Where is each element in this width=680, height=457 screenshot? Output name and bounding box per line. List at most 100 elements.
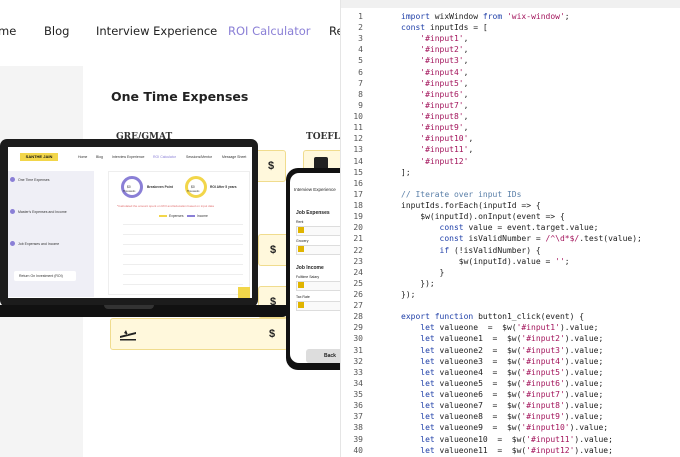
code-line[interactable]: const isValidNumber = /^\d*$/.test(value…	[401, 234, 642, 243]
code-token: let	[420, 390, 440, 400]
expense-card-flight[interactable]: $	[110, 318, 288, 350]
code-line[interactable]: '#input6',	[401, 90, 468, 99]
line-number: 7	[358, 78, 363, 88]
line-number: 18	[353, 201, 363, 211]
code-line[interactable]: inputIds.forEach(inputId => {	[401, 201, 541, 210]
grid-line	[123, 254, 243, 255]
gauge-value: $0	[191, 185, 195, 189]
code-line[interactable]: let valueone2 = $w('#input3').value;	[401, 346, 603, 355]
code-line[interactable]: $w(inputId).onInput(event => {	[401, 212, 565, 221]
code-line[interactable]: export function button1_click(event) {	[401, 312, 584, 321]
line-number: 33	[353, 367, 363, 377]
code-token: valueone8 = $w(	[439, 412, 522, 422]
code-line[interactable]: $w(inputId).value = '';	[401, 257, 570, 266]
code-line[interactable]: let valueone1 = $w('#input2').value;	[401, 334, 603, 343]
code-token: inputIds = [	[429, 23, 488, 33]
mini-nav-blog: Blog	[96, 155, 104, 159]
column-label-toefl: TOEFL/I	[306, 132, 340, 142]
code-token: '#input5'	[521, 367, 565, 377]
code-line[interactable]: });	[401, 290, 415, 299]
code-line[interactable]: '#input10',	[401, 134, 473, 143]
phone-back-button: Back	[306, 349, 340, 363]
site-logo: SANTHE JAIN	[20, 153, 58, 161]
code-line[interactable]: if (!isValidNumber) {	[401, 246, 541, 255]
code-token: valueone4 = $w(	[439, 367, 522, 377]
code-token: button1_click(event) {	[478, 312, 585, 322]
line-number: 14	[353, 156, 363, 166]
code-line[interactable]: '#input8',	[401, 112, 468, 121]
code-token: '#input6'	[420, 89, 464, 99]
code-token: ).value;	[574, 434, 613, 444]
code-line[interactable]: let valueone8 = $w('#input9').value;	[401, 412, 603, 421]
code-line[interactable]: import wixWindow from 'wix-window';	[401, 12, 570, 21]
phone-section-title: Job Expenses	[296, 210, 330, 216]
code-line[interactable]: let valueone9 = $w('#input10').value;	[401, 423, 608, 432]
mini-nav-home: Home	[78, 155, 88, 159]
code-line[interactable]: let valueone = $w('#input1').value;	[401, 323, 598, 332]
mini-results-panel: $0 Thousands Breakeven Point $0 Thousand…	[108, 171, 250, 295]
code-token: '#input10'	[521, 423, 570, 433]
code-token: ''	[555, 256, 565, 266]
code-line[interactable]: });	[401, 279, 434, 288]
line-number: 34	[353, 378, 363, 388]
code-line[interactable]: let valueone6 = $w('#input7').value;	[401, 390, 603, 399]
code-line[interactable]: let valueone7 = $w('#input8').value;	[401, 401, 603, 410]
code-line[interactable]: const inputIds = [	[401, 23, 488, 32]
code-token: let	[420, 378, 440, 388]
code-line[interactable]: '#input2',	[401, 45, 468, 54]
code-line[interactable]: '#input12'	[401, 157, 468, 166]
website-preview: me Blog Interview Experience ROI Calcula…	[0, 0, 340, 457]
code-line[interactable]: // Iterate over input IDs	[401, 190, 521, 199]
code-line[interactable]: }	[401, 268, 445, 277]
nav-item-blog[interactable]: Blog	[44, 24, 69, 38]
code-token: '#input1'	[516, 323, 560, 333]
code-line[interactable]: '#input11',	[401, 145, 473, 154]
line-number: 39	[353, 434, 363, 444]
code-line[interactable]: let valueone11 = $w('#input12').value;	[401, 446, 613, 455]
code-line[interactable]: let valueone5 = $w('#input6').value;	[401, 379, 603, 388]
line-number: 11	[353, 123, 363, 133]
mini-sidebar-item: Job Expenses and Income	[18, 242, 60, 246]
code-token: '#input10'	[420, 134, 469, 144]
code-line[interactable]: '#input3',	[401, 56, 468, 65]
step-dot	[10, 241, 15, 246]
code-line[interactable]: '#input9',	[401, 123, 468, 132]
mini-nav-sessions: Sessions/Mentor	[186, 155, 213, 159]
code-line[interactable]: ];	[401, 168, 411, 177]
code-line[interactable]: let valueone3 = $w('#input4').value;	[401, 357, 603, 366]
code-token: '#input4'	[420, 67, 464, 77]
line-number: 29	[353, 323, 363, 333]
nav-item-resources[interactable]: Re	[329, 24, 340, 38]
nav-item-roi-calculator[interactable]: ROI Calculator	[228, 24, 311, 38]
note-text: *Calculated the amount spent on ROI and …	[117, 204, 214, 208]
nav-item-interview-experience[interactable]: Interview Experience	[96, 24, 217, 38]
code-line[interactable]: '#input5',	[401, 79, 468, 88]
line-number: 31	[353, 345, 363, 355]
grid-line	[123, 224, 243, 225]
line-number: 1	[358, 12, 363, 21]
code-token: from	[482, 12, 507, 21]
gauge-unit: Thousands	[123, 190, 136, 193]
breakeven-gauge	[121, 176, 143, 198]
code-token: ,	[463, 67, 469, 77]
nav-item-home[interactable]: me	[0, 24, 16, 38]
code-line[interactable]: let valueone10 = $w('#input11').value;	[401, 435, 613, 444]
code-token: /^\d*$/	[545, 234, 580, 244]
code-line[interactable]: const value = event.target.value;	[401, 223, 599, 232]
code-token: (!isValidNumber) {	[453, 245, 541, 255]
code-line[interactable]: '#input1',	[401, 34, 468, 43]
code-token: let	[420, 401, 440, 411]
code-token: '#input5'	[420, 78, 464, 88]
step-dot	[10, 209, 15, 214]
code-line[interactable]: '#input7',	[401, 101, 468, 110]
code-token: '#input3'	[420, 56, 464, 66]
code-line[interactable]: let valueone4 = $w('#input5').value;	[401, 368, 603, 377]
code-editor[interactable]: 1 import wixWindow from 'wix-window'; 2 con…	[340, 0, 680, 457]
code-line[interactable]: '#input4',	[401, 68, 468, 77]
page-title: One Time Expenses	[111, 89, 249, 104]
